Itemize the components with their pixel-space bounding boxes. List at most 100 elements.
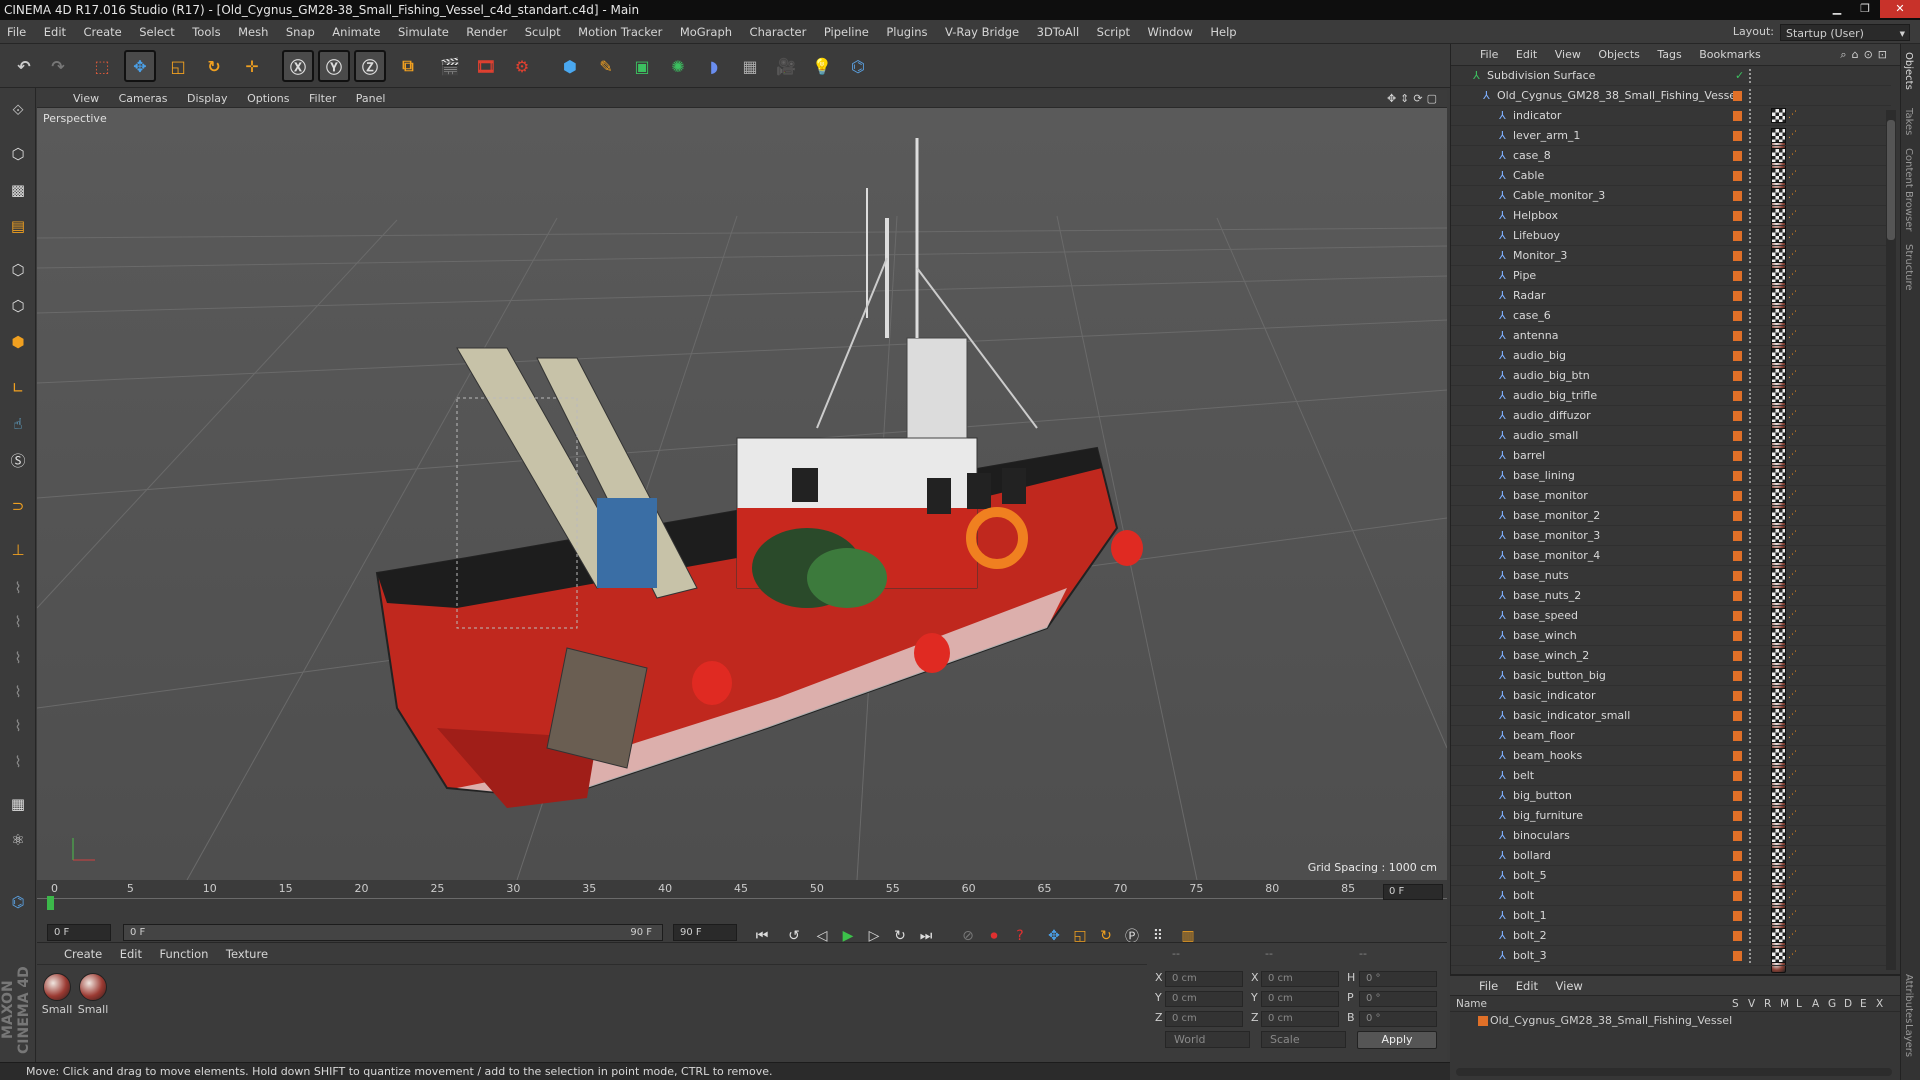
layer-color-swatch[interactable] (1733, 131, 1742, 141)
layer-color-swatch[interactable] (1733, 331, 1742, 341)
tab-takes[interactable]: Takes (1903, 108, 1914, 135)
uvw-tag-icon[interactable] (1771, 108, 1786, 123)
phong-tag-icon[interactable]: ⋰ (1788, 888, 1803, 903)
uvw-tag-icon[interactable] (1771, 468, 1786, 483)
render-settings-icon[interactable]: ⚙ (506, 50, 538, 82)
layer-color-swatch[interactable] (1733, 551, 1742, 561)
phong-tag-icon[interactable]: ⋰ (1788, 188, 1803, 203)
uvw-tag-icon[interactable] (1771, 368, 1786, 383)
layer-color-swatch[interactable] (1733, 251, 1742, 261)
phong-tag-icon[interactable]: ⋰ (1788, 568, 1803, 583)
phong-tag-icon[interactable]: ⋰ (1788, 228, 1803, 243)
layer-color-swatch[interactable] (1733, 731, 1742, 741)
layer-color-swatch[interactable] (1733, 891, 1742, 901)
visibility-toggle[interactable] (1749, 249, 1753, 263)
layer-color-swatch[interactable] (1733, 291, 1742, 301)
position-z-field[interactable]: 0 cm (1165, 1011, 1243, 1027)
phong-tag-icon[interactable]: ⋰ (1788, 268, 1803, 283)
object-row[interactable]: ⅄ lever_arm_1 ⋰ (1451, 126, 1891, 173)
phong-tag-icon[interactable]: ⋰ (1788, 288, 1803, 303)
layer-color-swatch[interactable] (1733, 791, 1742, 801)
snap-icon[interactable]: Ⓢ (4, 446, 32, 474)
menu-snap[interactable]: Snap (279, 20, 322, 44)
phong-tag-icon[interactable]: ⋰ (1788, 348, 1803, 363)
uvw-tag-icon[interactable] (1771, 668, 1786, 683)
tab-layers[interactable]: Layers (1903, 1024, 1914, 1057)
visibility-toggle[interactable] (1749, 589, 1753, 603)
object-row[interactable]: ⅄ audio_big ⋰ (1451, 346, 1891, 393)
redo-icon[interactable]: ↷ (42, 50, 74, 82)
object-row[interactable]: ⅄ bolt_1 ⋰ (1451, 906, 1891, 953)
visibility-toggle[interactable] (1749, 689, 1753, 703)
start-frame-field[interactable]: 0 F (47, 924, 111, 941)
menu-character[interactable]: Character (743, 20, 814, 44)
object-row[interactable]: ⅄ belt ⋰ (1451, 766, 1891, 813)
phong-tag-icon[interactable]: ⋰ (1788, 208, 1803, 223)
material-swatch[interactable]: Small (41, 973, 73, 1016)
visibility-toggle[interactable] (1749, 409, 1753, 423)
visibility-toggle[interactable] (1749, 189, 1753, 203)
visibility-toggle[interactable] (1749, 889, 1753, 903)
uvw-tag-icon[interactable] (1771, 248, 1786, 263)
uvw-tag-icon[interactable] (1771, 808, 1786, 823)
object-row[interactable]: ⅄ beam_hooks ⋰ (1451, 746, 1891, 793)
object-row[interactable]: ⅄ base_nuts ⋰ (1451, 566, 1891, 613)
uvw-tag-icon[interactable] (1771, 868, 1786, 883)
objects-menu-tags[interactable]: Tags (1650, 44, 1688, 66)
python-console-icon[interactable]: ⌬ (4, 888, 32, 916)
object-row[interactable]: ⅄ Radar ⋰ (1451, 286, 1891, 333)
objects-menu-file[interactable]: File (1473, 44, 1505, 66)
visibility-toggle[interactable] (1749, 729, 1753, 743)
tab-objects[interactable]: Objects (1903, 52, 1914, 90)
object-row[interactable]: ⅄ case_8 ⋰ (1451, 146, 1891, 193)
phong-tag-icon[interactable]: ⋰ (1788, 328, 1803, 343)
object-row[interactable]: ⅄ basic_indicator_small ⋰ (1451, 706, 1891, 753)
phong-tag-icon[interactable]: ⋰ (1788, 748, 1803, 763)
phong-tag-icon[interactable]: ⋰ (1788, 548, 1803, 563)
visibility-toggle[interactable] (1749, 529, 1753, 543)
phong-tag-icon[interactable]: ⋰ (1788, 728, 1803, 743)
layer-color-swatch[interactable] (1733, 571, 1742, 581)
visibility-toggle[interactable] (1749, 769, 1753, 783)
uvw-tag-icon[interactable] (1771, 128, 1786, 143)
uvw-tag-icon[interactable] (1771, 348, 1786, 363)
pull-tool-icon[interactable]: ⌇ (4, 644, 32, 672)
viewport-menu-view[interactable]: View (65, 90, 107, 108)
rotate-tool-icon[interactable]: ↻ (198, 50, 230, 82)
timeline-playhead[interactable] (47, 896, 54, 910)
material-menu-function[interactable]: Function (153, 943, 216, 965)
menu-motion-tracker[interactable]: Motion Tracker (571, 20, 669, 44)
render-picture-viewer-icon[interactable]: 🎞 (470, 50, 502, 82)
object-row[interactable]: ⅄ audio_small ⋰ (1451, 426, 1891, 473)
uvw-tag-icon[interactable] (1771, 728, 1786, 743)
cloner-icon[interactable]: ✺ (662, 50, 694, 82)
size-x-field[interactable]: 0 cm (1261, 971, 1339, 987)
objects-menu-bookmarks[interactable]: Bookmarks (1692, 44, 1767, 66)
visibility-toggle[interactable] (1749, 849, 1753, 863)
render-view-icon[interactable]: 🎬 (434, 50, 466, 82)
object-row-group[interactable]: ⅄ Old_Cygnus_GM28_38_Small_Fishing_Vessel (1451, 86, 1891, 106)
phong-tag-icon[interactable]: ⋰ (1788, 468, 1803, 483)
object-row[interactable]: ⅄ Pipe ⋰ (1451, 266, 1891, 313)
layer-color-swatch[interactable] (1733, 91, 1742, 101)
material-menu-create[interactable]: Create (57, 943, 109, 965)
last-tool-icon[interactable]: ✛ (236, 50, 268, 82)
uvw-tag-icon[interactable] (1771, 788, 1786, 803)
end-frame-field[interactable]: 90 F (673, 924, 737, 941)
visibility-toggle[interactable] (1749, 289, 1753, 303)
uvw-tag-icon[interactable] (1771, 588, 1786, 603)
uvw-tag-icon[interactable] (1771, 548, 1786, 563)
phong-tag-icon[interactable]: ⋰ (1788, 808, 1803, 823)
object-row[interactable]: ⅄ base_monitor ⋰ (1451, 486, 1891, 533)
live-selection-icon[interactable]: ⬚ (86, 50, 118, 82)
uvw-tag-icon[interactable] (1771, 708, 1786, 723)
visibility-toggle[interactable] (1749, 429, 1753, 443)
axis-mode-icon[interactable]: ∟ (4, 374, 32, 402)
layer-color-swatch[interactable] (1733, 811, 1742, 821)
visibility-toggle[interactable] (1749, 129, 1753, 143)
layer-color-swatch[interactable] (1733, 631, 1742, 641)
phong-tag-icon[interactable]: ⋰ (1788, 588, 1803, 603)
visibility-toggle[interactable] (1749, 89, 1753, 103)
layer-color-swatch[interactable] (1733, 711, 1742, 721)
menu-animate[interactable]: Animate (325, 20, 387, 44)
